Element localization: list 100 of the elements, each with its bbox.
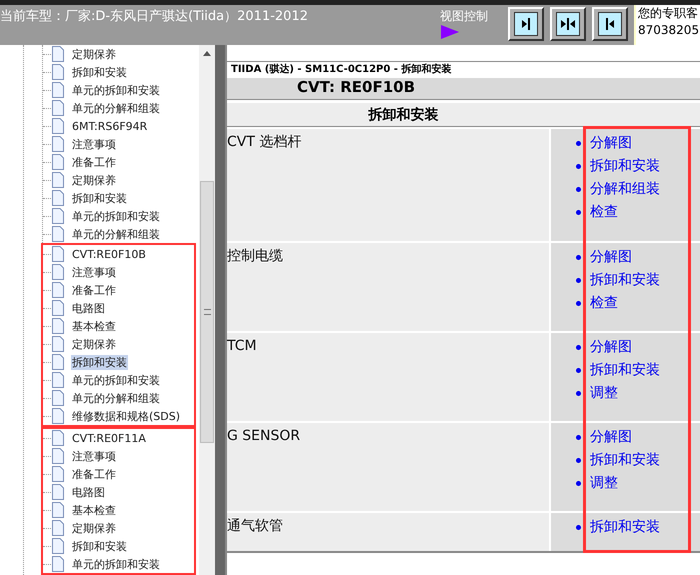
document-icon bbox=[51, 282, 65, 298]
topic-link[interactable]: 调整 bbox=[590, 473, 618, 494]
document-icon bbox=[51, 172, 65, 188]
tree-item[interactable]: 定期保养 bbox=[71, 46, 117, 62]
bullet-icon bbox=[576, 368, 581, 373]
tree-item[interactable]: CVT:RE0F11A bbox=[71, 430, 147, 446]
topic-link[interactable]: 分解图 bbox=[590, 337, 632, 358]
view-toggle-button[interactable] bbox=[508, 7, 544, 41]
document-icon bbox=[51, 556, 65, 572]
tree-item[interactable]: 单元的分解和组装 bbox=[71, 100, 161, 116]
tree-item[interactable]: 准备工作 bbox=[71, 282, 117, 298]
topic-link[interactable]: 调整 bbox=[590, 383, 618, 404]
heading-bar: CVT: RE0F10B bbox=[227, 78, 700, 100]
document-icon bbox=[51, 318, 65, 334]
part-name-cell: G SENSOR bbox=[227, 423, 549, 511]
document-icon bbox=[51, 246, 65, 262]
document-icon bbox=[51, 502, 65, 518]
view-toggle-button[interactable] bbox=[550, 7, 586, 41]
topic-link[interactable]: 分解和组装 bbox=[590, 179, 660, 200]
tree-item[interactable]: 单元的分解和组装 bbox=[71, 226, 161, 242]
part-name-cell: CVT 选档杆 bbox=[227, 129, 549, 241]
tree-item[interactable]: 准备工作 bbox=[71, 154, 117, 170]
tree-item[interactable]: 拆卸和安装 bbox=[71, 538, 128, 554]
scrollbar-thumb[interactable] bbox=[200, 181, 214, 443]
tree-item[interactable]: 定期保养 bbox=[71, 336, 117, 352]
bullet-icon bbox=[576, 391, 581, 396]
document-icon bbox=[51, 100, 65, 116]
tree-item[interactable]: 拆卸和安装 bbox=[71, 354, 128, 370]
tree-item[interactable]: 注意事项 bbox=[71, 136, 117, 152]
arrow-icon bbox=[560, 17, 576, 31]
topic-link[interactable]: 分解图 bbox=[590, 427, 632, 448]
bullet-icon bbox=[576, 255, 581, 260]
topic-link[interactable]: 拆卸和安装 bbox=[590, 360, 660, 381]
topic-link[interactable]: 检查 bbox=[590, 293, 618, 314]
tree-item[interactable]: CVT:RE0F10B bbox=[71, 246, 147, 262]
document-icon bbox=[51, 64, 65, 80]
topic-link[interactable]: 拆卸和安装 bbox=[590, 517, 660, 538]
topic-link[interactable]: 分解图 bbox=[590, 247, 632, 268]
bullet-icon bbox=[576, 525, 581, 530]
document-icon bbox=[51, 264, 65, 280]
bullet-icon bbox=[576, 435, 581, 440]
document-icon bbox=[51, 82, 65, 98]
bullet-icon bbox=[576, 141, 581, 146]
topic-link[interactable]: 检查 bbox=[590, 202, 618, 223]
document-icon bbox=[51, 484, 65, 500]
bullet-icon bbox=[576, 345, 581, 350]
tree-item[interactable]: 基本检查 bbox=[71, 502, 117, 518]
document-icon bbox=[51, 430, 65, 446]
document-icon bbox=[51, 538, 65, 554]
tree-item[interactable]: 基本检查 bbox=[71, 318, 117, 334]
bullet-icon bbox=[576, 458, 581, 463]
document-icon bbox=[51, 190, 65, 206]
bullet-icon bbox=[576, 210, 581, 215]
document-icon bbox=[51, 372, 65, 388]
current-model-label: 当前车型：厂家:D-东风日产骐达(Tiida）2011-2012 bbox=[0, 8, 309, 26]
tree-item[interactable]: 拆卸和安装 bbox=[71, 64, 128, 80]
contact-text: 您的专职客 bbox=[638, 5, 699, 22]
play-icon bbox=[440, 25, 460, 39]
tree-item[interactable]: 定期保养 bbox=[71, 520, 117, 536]
tree-item[interactable]: 单元的拆卸和安装 bbox=[71, 82, 161, 98]
tree-item[interactable]: 单元的拆卸和安装 bbox=[71, 372, 161, 388]
scrollbar[interactable] bbox=[199, 45, 215, 575]
tree-item[interactable]: 拆卸和安装 bbox=[71, 190, 128, 206]
view-toggle-button[interactable] bbox=[592, 7, 628, 41]
tree-item[interactable]: 准备工作 bbox=[71, 466, 117, 482]
document-icon bbox=[51, 208, 65, 224]
bullet-icon bbox=[576, 481, 581, 486]
document-icon bbox=[51, 466, 65, 482]
tree-item[interactable]: 电路图 bbox=[71, 300, 106, 316]
topic-link[interactable]: 拆卸和安装 bbox=[590, 270, 660, 291]
tree-item[interactable]: 注意事项 bbox=[71, 448, 117, 464]
topic-link[interactable]: 拆卸和安装 bbox=[590, 156, 660, 177]
document-icon bbox=[51, 354, 65, 370]
document-icon bbox=[51, 136, 65, 152]
section-title: 拆卸和安装 bbox=[227, 103, 700, 127]
tree-item[interactable]: 单元的分解和组装 bbox=[71, 390, 161, 406]
tree-item[interactable]: 定期保养 bbox=[71, 172, 117, 188]
view-control-label: 视图控制 bbox=[440, 8, 489, 25]
bullet-icon bbox=[576, 187, 581, 192]
part-name-cell: 通气软管 bbox=[227, 513, 549, 551]
tree-item[interactable]: 单元的拆卸和安装 bbox=[71, 208, 161, 224]
bullet-icon bbox=[576, 278, 581, 283]
tree-item[interactable]: 电路图 bbox=[71, 484, 106, 500]
breadcrumb-title: TIIDA (骐达) - SM11C-0C12P0 - 拆卸和安装 bbox=[230, 62, 452, 77]
topic-link[interactable]: 拆卸和安装 bbox=[590, 450, 660, 471]
document-icon bbox=[51, 390, 65, 406]
tree-item[interactable]: 维修数据和规格(SDS) bbox=[71, 408, 182, 424]
tree-item[interactable]: 单元的拆卸和安装 bbox=[71, 556, 161, 572]
part-name-cell: TCM bbox=[227, 333, 549, 421]
document-icon bbox=[51, 300, 65, 316]
tree-item[interactable]: 注意事项 bbox=[71, 264, 117, 280]
document-icon bbox=[51, 154, 65, 170]
tree-item[interactable]: 6MT:RS6F94R bbox=[71, 118, 148, 134]
bullet-icon bbox=[576, 164, 581, 169]
topic-link[interactable]: 分解图 bbox=[590, 133, 632, 154]
bullet-icon bbox=[576, 301, 581, 306]
document-icon bbox=[51, 408, 65, 424]
document-icon bbox=[51, 520, 65, 536]
document-icon bbox=[51, 226, 65, 242]
document-icon bbox=[51, 336, 65, 352]
